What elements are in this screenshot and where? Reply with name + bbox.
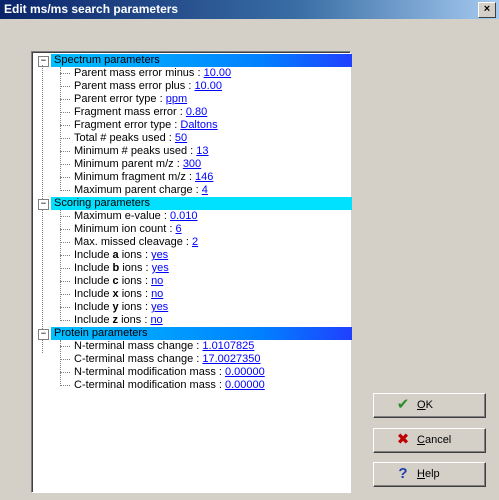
param-total-peaks-used: Total # peaks used : 50 [74, 132, 188, 144]
value-link[interactable]: ppm [166, 93, 187, 105]
param-include-x-ions: Include x ions : no [74, 288, 164, 300]
param-minimum-parent-mz: Minimum parent m/z : 300 [74, 158, 202, 170]
value-link[interactable]: yes [152, 262, 169, 274]
collapse-icon[interactable]: − [38, 329, 49, 340]
value-link[interactable]: 6 [175, 223, 181, 235]
window-title: Edit ms/ms search parameters [4, 2, 179, 16]
value-link[interactable]: 13 [196, 145, 208, 157]
value-link[interactable]: 10.00 [194, 80, 222, 92]
param-include-c-ions: Include c ions : no [74, 275, 164, 287]
param-include-y-ions: Include y ions : yes [74, 301, 169, 313]
value-link[interactable]: 0.80 [186, 106, 207, 118]
value-link[interactable]: 0.00000 [225, 366, 265, 378]
value-link[interactable]: yes [151, 249, 168, 261]
value-link[interactable]: 0.010 [170, 210, 198, 222]
param-minimum-fragment-mz: Minimum fragment m/z : 146 [74, 171, 214, 183]
ok-button-label: OK [417, 399, 433, 411]
param-include-z-ions: Include z ions : no [74, 314, 163, 326]
value-link[interactable]: Daltons [180, 119, 217, 131]
section-label-scoring[interactable]: Scoring parameters [51, 197, 352, 210]
value-link[interactable]: 0.00000 [225, 379, 265, 391]
collapse-icon[interactable]: − [38, 199, 49, 210]
title-bar: Edit ms/ms search parameters × [0, 0, 499, 19]
param-parent-error-type: Parent error type : ppm [74, 93, 188, 105]
param-include-b-ions: Include b ions : yes [74, 262, 169, 274]
question-icon: ? [398, 465, 408, 482]
cancel-button-label: Cancel [417, 434, 452, 446]
param-maximum-e-value: Maximum e-value : 0.010 [74, 210, 198, 222]
param-minimum-peaks-used: Minimum # peaks used : 13 [74, 145, 209, 157]
param-maximum-parent-charge: Maximum parent charge : 4 [74, 184, 208, 196]
value-link[interactable]: 10.00 [204, 67, 232, 79]
param-fragment-error-type: Fragment error type : Daltons [74, 119, 218, 131]
value-link[interactable]: no [151, 288, 163, 300]
cancel-button[interactable]: ✖ Cancel [373, 428, 486, 453]
checkmark-icon: ✔ [396, 396, 410, 413]
value-link[interactable]: 17.0027350 [202, 353, 260, 365]
value-link[interactable]: 2 [192, 236, 198, 248]
param-minimum-ion-count: Minimum ion count : 6 [74, 223, 182, 235]
parameter-tree[interactable]: − Spectrum parameters Parent mass error … [31, 51, 352, 493]
param-c-terminal-modification-mass: C-terminal modification mass : 0.00000 [74, 379, 265, 391]
close-button[interactable]: × [478, 2, 496, 18]
value-link[interactable]: 4 [202, 184, 208, 196]
section-label-protein[interactable]: Protein parameters [51, 327, 352, 340]
value-link[interactable]: 1.0107825 [202, 340, 254, 352]
help-button[interactable]: ? Help [373, 462, 486, 487]
value-link[interactable]: yes [151, 301, 168, 313]
param-n-terminal-mass-change: N-terminal mass change : 1.0107825 [74, 340, 255, 352]
param-parent-mass-error-plus: Parent mass error plus : 10.00 [74, 80, 222, 92]
collapse-icon[interactable]: − [38, 56, 49, 67]
param-n-terminal-modification-mass: N-terminal modification mass : 0.00000 [74, 366, 265, 378]
value-link[interactable]: 300 [183, 158, 201, 170]
x-icon: ✖ [396, 431, 410, 448]
ok-button[interactable]: ✔ OK [373, 393, 486, 418]
value-link[interactable]: no [151, 275, 163, 287]
value-link[interactable]: 146 [195, 171, 213, 183]
tree-line [60, 210, 61, 321]
help-button-label: Help [417, 468, 440, 480]
param-max-missed-cleavage: Max. missed cleavage : 2 [74, 236, 199, 248]
section-label-spectrum[interactable]: Spectrum parameters [51, 54, 352, 67]
param-c-terminal-mass-change: C-terminal mass change : 17.0027350 [74, 353, 261, 365]
value-link[interactable]: no [150, 314, 162, 326]
param-include-a-ions: Include a ions : yes [74, 249, 169, 261]
dialog-body: − Spectrum parameters Parent mass error … [0, 19, 499, 500]
param-parent-mass-error-minus: Parent mass error minus : 10.00 [74, 67, 232, 79]
param-fragment-mass-error: Fragment mass error : 0.80 [74, 106, 208, 118]
value-link[interactable]: 50 [175, 132, 187, 144]
